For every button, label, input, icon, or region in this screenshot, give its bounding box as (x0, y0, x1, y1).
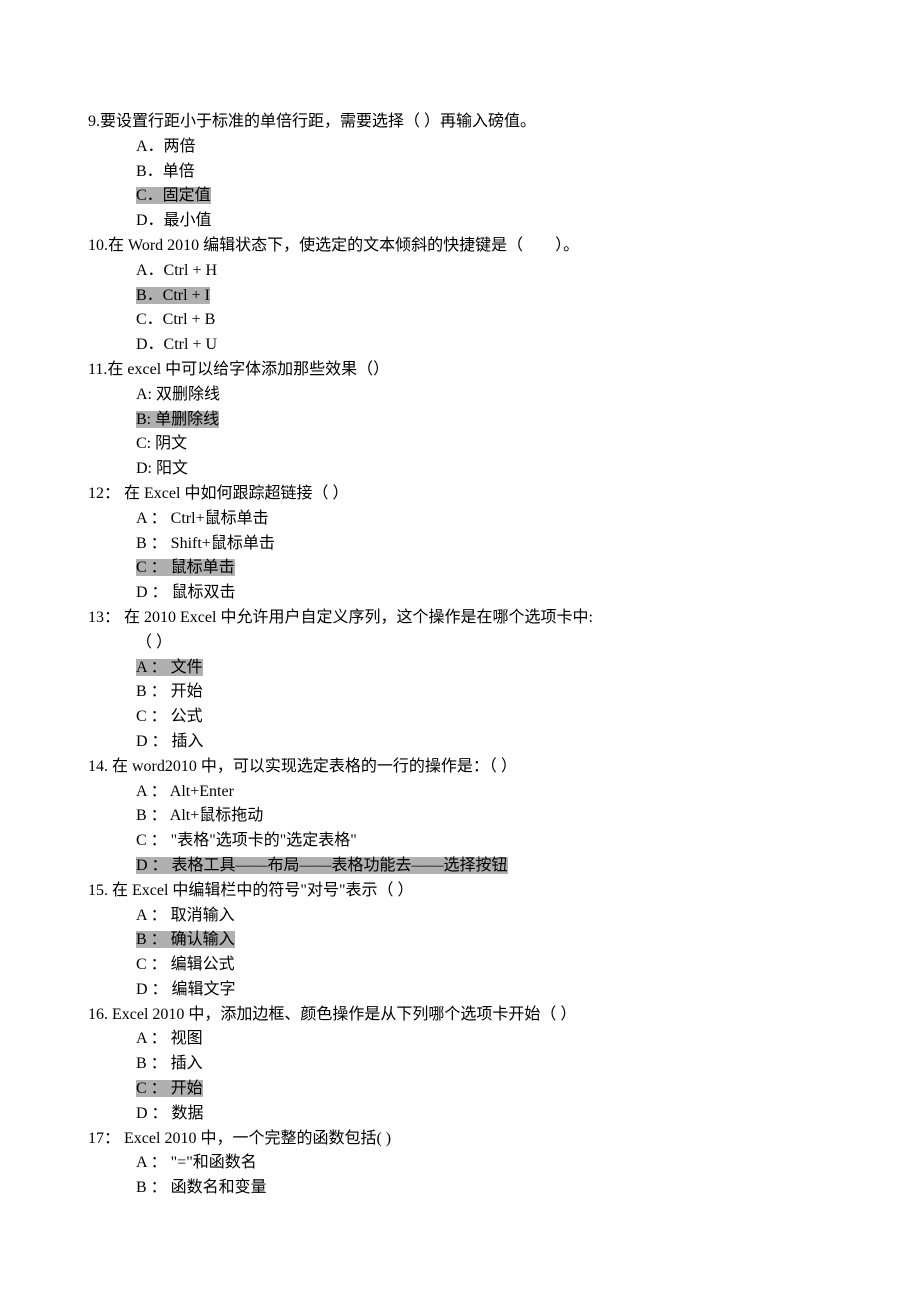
option-d: D ： 鼠标双击 (136, 581, 838, 606)
question-number: 11. (88, 361, 107, 378)
question-stem: 在 Word 2010 编辑状态下，使选定的文本倾斜的快捷键是（ ）。 (108, 237, 579, 254)
option-d: D ： 表格工具——布局——表格功能去——选择按钮 (136, 857, 508, 874)
question-options: A ： Ctrl+鼠标单击 B ： Shift+鼠标单击 C ： 鼠标单击 D … (136, 507, 838, 606)
question-options: A ： Alt+Enter B ： Alt+鼠标拖动 C ： "表格"选项卡的"… (136, 780, 838, 879)
option-d: D ： 编辑文字 (136, 978, 838, 1003)
question-stem: Excel 2010 中，一个完整的函数包括( ) (120, 1130, 391, 1147)
option-b: B ： Shift+鼠标单击 (136, 532, 838, 557)
question-stem: 在 word2010 中，可以实现选定表格的一行的操作是：（ ） (108, 758, 517, 775)
question-stem: 在 Excel 中如何跟踪超链接（ ） (120, 485, 348, 502)
option-b: B．Ctrl + I (136, 287, 210, 304)
option-c: C．固定值 (136, 187, 211, 204)
question-14: 14. 在 word2010 中，可以实现选定表格的一行的操作是：（ ） A ：… (88, 755, 838, 879)
question-options: A．Ctrl + H B．Ctrl + I C．Ctrl + B D．Ctrl … (136, 259, 838, 358)
option-b: B ： 函数名和变量 (136, 1176, 838, 1201)
option-b: B．单倍 (136, 160, 838, 185)
option-a: A: 双删除线 (136, 383, 838, 408)
question-options: A ： 文件 B ： 开始 C ： 公式 D ： 插入 (136, 656, 838, 755)
question-stem: Excel 2010 中，添加边框、颜色操作是从下列哪个选项卡开始（ ） (108, 1006, 576, 1023)
option-a: A ： Ctrl+鼠标单击 (136, 507, 838, 532)
question-15: 15. 在 Excel 中编辑栏中的符号"对号"表示（ ） A ： 取消输入 B… (88, 879, 838, 1003)
question-number: 10. (88, 237, 108, 254)
option-c: C ： 编辑公式 (136, 953, 838, 978)
question-stem-cont: （ ） (136, 631, 838, 656)
question-options: A．两倍 B．单倍 C．固定值 D．最小值 (136, 135, 838, 234)
option-a: A．两倍 (136, 135, 838, 160)
option-c: C ： 开始 (136, 1080, 203, 1097)
option-a: A ： 文件 (136, 659, 203, 676)
option-d: D．最小值 (136, 209, 838, 234)
option-a: A ： 视图 (136, 1027, 838, 1052)
question-options: A ： 视图 B ： 插入 C ： 开始 D ： 数据 (136, 1027, 838, 1126)
question-number: 9. (88, 113, 100, 130)
question-stem: 在 excel 中可以给字体添加那些效果（） (107, 361, 389, 378)
question-options: A ： "="和函数名 B ： 函数名和变量 (136, 1151, 838, 1201)
option-d: D ： 数据 (136, 1102, 838, 1127)
question-number: 16. (88, 1006, 108, 1023)
option-b: B: 单删除线 (136, 411, 219, 428)
question-number: 17： (88, 1130, 120, 1147)
question-number: 15. (88, 882, 108, 899)
question-9: 9.要设置行距小于标准的单倍行距，需要选择（ ）再输入磅值。 A．两倍 B．单倍… (88, 110, 838, 234)
question-number: 14. (88, 758, 108, 775)
option-b: B ： Alt+鼠标拖动 (136, 804, 838, 829)
option-d: D: 阳文 (136, 457, 838, 482)
question-13: 13： 在 2010 Excel 中允许用户自定义序列，这个操作是在哪个选项卡中… (88, 606, 838, 755)
question-12: 12： 在 Excel 中如何跟踪超链接（ ） A ： Ctrl+鼠标单击 B … (88, 482, 838, 606)
option-b: B ： 确认输入 (136, 931, 235, 948)
option-a: A．Ctrl + H (136, 259, 838, 284)
option-b: B ： 开始 (136, 680, 838, 705)
question-number: 12： (88, 485, 120, 502)
option-b: B ： 插入 (136, 1052, 838, 1077)
option-c: C ： "表格"选项卡的"选定表格" (136, 829, 838, 854)
option-c: C ： 公式 (136, 705, 838, 730)
question-stem: 在 Excel 中编辑栏中的符号"对号"表示（ ） (108, 882, 414, 899)
option-d: D．Ctrl + U (136, 333, 838, 358)
question-17: 17： Excel 2010 中，一个完整的函数包括( ) A ： "="和函数… (88, 1127, 838, 1201)
question-stem: 在 2010 Excel 中允许用户自定义序列，这个操作是在哪个选项卡中: (120, 609, 593, 626)
question-16: 16. Excel 2010 中，添加边框、颜色操作是从下列哪个选项卡开始（ ）… (88, 1003, 838, 1127)
option-a: A ： 取消输入 (136, 904, 838, 929)
question-stem: 要设置行距小于标准的单倍行距，需要选择（ ）再输入磅值。 (100, 113, 536, 130)
option-d: D ： 插入 (136, 730, 838, 755)
question-number: 13： (88, 609, 120, 626)
question-options: A: 双删除线 B: 单删除线 C: 阴文 D: 阳文 (136, 383, 838, 482)
option-c: C: 阴文 (136, 432, 838, 457)
option-a: A ： "="和函数名 (136, 1151, 838, 1176)
document-page: 9.要设置行距小于标准的单倍行距，需要选择（ ）再输入磅值。 A．两倍 B．单倍… (0, 0, 920, 1302)
question-11: 11.在 excel 中可以给字体添加那些效果（） A: 双删除线 B: 单删除… (88, 358, 838, 482)
question-options: A ： 取消输入 B ： 确认输入 C ： 编辑公式 D ： 编辑文字 (136, 904, 838, 1003)
option-a: A ： Alt+Enter (136, 780, 838, 805)
question-10: 10.在 Word 2010 编辑状态下，使选定的文本倾斜的快捷键是（ ）。 A… (88, 234, 838, 358)
option-c: C．Ctrl + B (136, 308, 838, 333)
option-c: C ： 鼠标单击 (136, 559, 235, 576)
